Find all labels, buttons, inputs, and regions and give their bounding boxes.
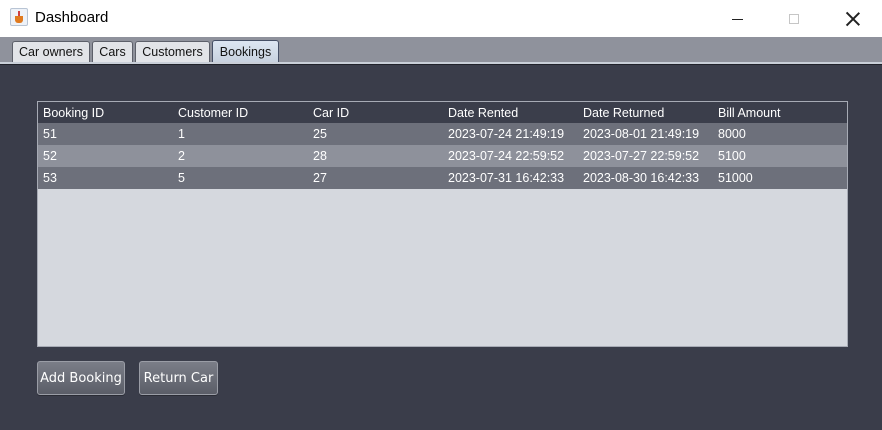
table-row[interactable]: 51 1 25 2023-07-24 21:49:19 2023-08-01 2…: [38, 123, 847, 145]
close-button[interactable]: [830, 0, 876, 37]
cell-customer-id: 5: [178, 171, 185, 185]
cell-booking-id: 52: [43, 149, 57, 163]
table-row[interactable]: 53 5 27 2023-07-31 16:42:33 2023-08-30 1…: [38, 167, 847, 189]
return-car-button[interactable]: Return Car: [139, 361, 218, 395]
cell-date-rented: 2023-07-31 16:42:33: [448, 171, 565, 185]
window-title: Dashboard: [35, 9, 109, 26]
column-header-car-id[interactable]: Car ID: [313, 102, 349, 123]
cell-customer-id: 1: [178, 127, 185, 141]
column-header-booking-id[interactable]: Booking ID: [43, 102, 104, 123]
bookings-table[interactable]: Booking ID Customer ID Car ID Date Rente…: [37, 101, 848, 347]
cell-car-id: 28: [313, 149, 327, 163]
title-bar: Dashboard: [0, 0, 882, 37]
column-header-date-rented[interactable]: Date Rented: [448, 102, 518, 123]
close-icon: [846, 12, 860, 26]
java-app-icon: [10, 8, 28, 26]
cell-bill-amount: 51000: [718, 171, 753, 185]
tab-cars[interactable]: Cars: [92, 41, 133, 62]
minimize-icon: [731, 18, 743, 20]
add-booking-button[interactable]: Add Booking: [37, 361, 125, 395]
cell-date-rented: 2023-07-24 22:59:52: [448, 149, 565, 163]
maximize-button[interactable]: [771, 0, 817, 37]
cell-date-returned: 2023-07-27 22:59:52: [583, 149, 700, 163]
tab-customers[interactable]: Customers: [135, 41, 210, 62]
tab-bookings[interactable]: Bookings: [212, 40, 279, 63]
column-header-date-returned[interactable]: Date Returned: [583, 102, 664, 123]
cell-date-returned: 2023-08-30 16:42:33: [583, 171, 700, 185]
cell-bill-amount: 5100: [718, 149, 746, 163]
cell-bill-amount: 8000: [718, 127, 746, 141]
cell-customer-id: 2: [178, 149, 185, 163]
minimize-button[interactable]: [714, 0, 760, 37]
cell-date-returned: 2023-08-01 21:49:19: [583, 127, 700, 141]
cell-car-id: 25: [313, 127, 327, 141]
tab-car-owners[interactable]: Car owners: [12, 41, 90, 62]
column-header-bill-amount[interactable]: Bill Amount: [718, 102, 781, 123]
maximize-icon: [789, 13, 799, 24]
table-header: Booking ID Customer ID Car ID Date Rente…: [38, 102, 847, 123]
column-header-customer-id[interactable]: Customer ID: [178, 102, 248, 123]
cell-booking-id: 53: [43, 171, 57, 185]
cell-date-rented: 2023-07-24 21:49:19: [448, 127, 565, 141]
tab-content-border: [0, 62, 882, 65]
cell-car-id: 27: [313, 171, 327, 185]
table-row[interactable]: 52 2 28 2023-07-24 22:59:52 2023-07-27 2…: [38, 145, 847, 167]
cell-booking-id: 51: [43, 127, 57, 141]
